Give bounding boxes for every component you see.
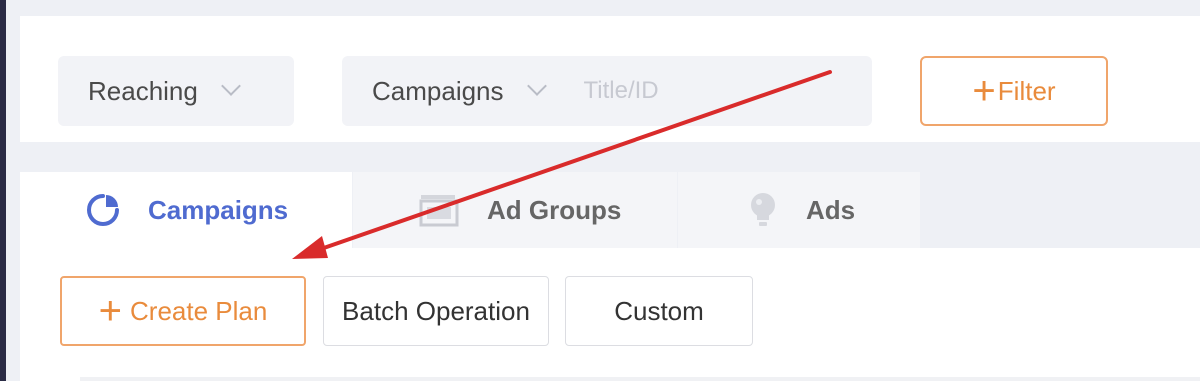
chevron-down-icon[interactable]	[526, 76, 547, 96]
level-tabs: Campaigns Ad Groups Ads	[20, 172, 1200, 248]
window-edge	[0, 0, 6, 381]
reaching-select[interactable]: Reaching	[58, 56, 294, 126]
batch-operation-label: Batch Operation	[342, 295, 530, 326]
tab-label: Campaigns	[148, 194, 289, 225]
chevron-down-icon	[220, 76, 241, 96]
type-select-label[interactable]: Campaigns	[372, 76, 504, 107]
campaign-search-group: Campaigns	[342, 56, 872, 126]
plus-icon: +	[98, 289, 123, 333]
filter-button[interactable]: + Filter	[920, 56, 1108, 126]
filter-button-label: Filter	[997, 75, 1056, 106]
pie-chart-icon	[86, 193, 120, 227]
tab-label: Ads	[806, 194, 856, 225]
page: Reaching Campaigns + Filter Campaigns	[0, 0, 1200, 381]
create-plan-button[interactable]: + Create Plan	[60, 276, 306, 346]
plus-icon: +	[972, 69, 996, 113]
tab-ad-groups[interactable]: Ad Groups	[353, 172, 677, 248]
tab-campaigns[interactable]: Campaigns	[20, 172, 352, 248]
divider	[80, 377, 1200, 381]
lightbulb-icon	[748, 192, 778, 228]
tab-ads[interactable]: Ads	[678, 172, 920, 248]
image-gallery-icon	[419, 193, 459, 227]
create-plan-label: Create Plan	[130, 295, 268, 326]
custom-label: Custom	[614, 295, 704, 326]
reaching-select-label: Reaching	[88, 75, 198, 106]
campaign-actions-panel: + Create Plan Batch Operation Custom	[20, 248, 1200, 381]
batch-operation-button[interactable]: Batch Operation	[323, 276, 549, 346]
custom-button[interactable]: Custom	[565, 276, 753, 346]
tab-label: Ad Groups	[487, 194, 622, 225]
filter-bar: Reaching Campaigns + Filter	[20, 16, 1200, 142]
title-id-input[interactable]	[583, 77, 824, 105]
